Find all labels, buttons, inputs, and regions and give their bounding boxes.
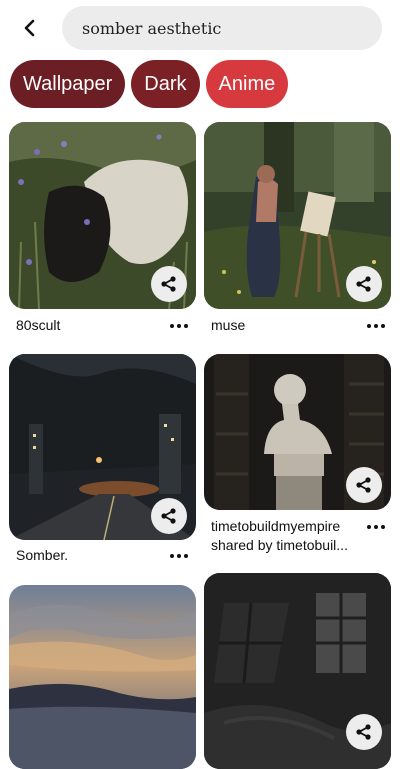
share-button[interactable]	[346, 467, 382, 503]
share-icon	[161, 276, 176, 292]
more-options-button[interactable]	[364, 519, 388, 535]
pin-title: 80scult	[16, 317, 61, 333]
pin-card[interactable]	[204, 573, 391, 769]
share-button[interactable]	[346, 266, 382, 302]
more-options-button[interactable]	[167, 548, 191, 564]
pin-card[interactable]	[9, 585, 196, 769]
pin-card[interactable]: muse	[204, 122, 391, 344]
search-bar[interactable]	[62, 6, 382, 50]
more-options-button[interactable]	[364, 318, 388, 334]
pin-title: muse	[211, 317, 246, 333]
share-button[interactable]	[151, 266, 187, 302]
pin-card[interactable]: 80scult	[9, 122, 196, 344]
share-icon	[356, 477, 371, 493]
more-options-button[interactable]	[167, 318, 191, 334]
share-icon	[356, 724, 371, 740]
pin-title: Somber.	[16, 547, 69, 563]
share-icon	[161, 508, 176, 524]
share-button[interactable]	[151, 498, 187, 534]
search-input[interactable]	[80, 17, 364, 39]
back-button[interactable]	[16, 14, 44, 42]
chip-anime[interactable]: Anime	[205, 60, 289, 108]
share-button[interactable]	[346, 714, 382, 750]
chip-label: Anime	[218, 72, 276, 95]
pin-title: timetobuildmyempire	[211, 518, 341, 534]
top-bar	[0, 0, 400, 56]
chip-label: Dark	[144, 72, 187, 95]
pin-card[interactable]: timetobuildmyempire shared by timetobuil…	[204, 354, 391, 556]
pin-shared-by: shared by timetobuil...	[211, 537, 348, 553]
share-icon	[356, 276, 371, 292]
chip-wallpaper[interactable]: Wallpaper	[10, 60, 126, 108]
chip-label: Wallpaper	[23, 72, 113, 95]
pin-image[interactable]	[9, 585, 196, 769]
filter-chips: Wallpaper Dark Anime	[10, 60, 289, 108]
chevron-left-icon	[24, 19, 35, 37]
pin-card[interactable]: Somber.	[9, 354, 196, 568]
chip-dark[interactable]: Dark	[131, 60, 200, 108]
